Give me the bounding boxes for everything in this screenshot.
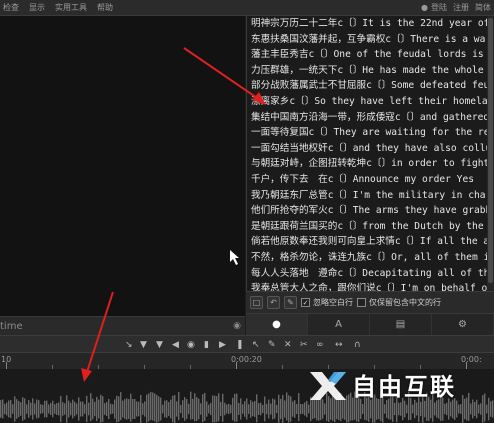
subtitle-line[interactable]: 一面勾结当地权奸c〔〕and they have also colluded [251,141,494,157]
ignore-blank-lines-option[interactable]: ✓ 忽略空白行 [301,297,353,308]
waveform-bar [130,393,132,422]
waveform-bar [154,393,156,422]
tab-text-style[interactable]: A [308,314,370,335]
waveform-bar [234,393,236,422]
subtitle-line[interactable]: 藩主丰臣秀吉c〔〕One of the feudal lords is Toyo… [251,47,494,63]
cursor-icon[interactable]: ↖ [252,339,260,351]
watermark-text: 自由互联 [352,372,456,401]
square-icon[interactable]: □ [250,296,263,309]
subtitle-line-list: 明神宗万历二十二年c〔〕It is the 22nd year of the M… [247,16,494,291]
brush-icon[interactable]: ✎ [268,339,276,351]
tab-comments[interactable]: ● [246,314,308,335]
menu-item-utilities[interactable]: 实用工具 [50,2,92,13]
undo-icon[interactable]: ↶ [267,296,280,309]
subtitle-line[interactable]: 东惠扶桑国汶藩并起，互争霸权c〔〕There is a war b [251,32,494,48]
step-back-icon[interactable]: ◀ [172,339,179,351]
subtitle-line[interactable]: 明神宗万历二十二年c〔〕It is the 22nd year of the M [251,16,494,32]
delete-icon[interactable]: ✕ [284,339,292,351]
video-time-bar: time ◉ [0,316,245,335]
waveform-bar [150,391,152,420]
user-icon: ● [421,3,428,12]
subtitle-line[interactable]: 每人人头落地 遵命c〔〕Decapitating all of them Y [251,266,494,282]
subtitle-line[interactable]: 我奉总管大人之命，跟你们说c〔〕I'm on behalf of m [251,281,494,291]
ignore-blank-lines-checkbox[interactable]: ✓ [301,298,310,307]
keep-chinese-only-label: 仅保留包含中文的行 [369,298,441,307]
subtitle-line[interactable]: 与朝廷对峙，企图扭转乾坤c〔〕in order to fight aga [251,156,494,172]
pencil-icon[interactable]: ✎ [284,296,297,309]
link-icon[interactable]: ∞ [316,339,324,351]
marker-right-icon[interactable]: ▼ [156,339,163,351]
waveform-bar [222,393,224,422]
ignore-blank-lines-label: 忽略空白行 [313,298,353,307]
arrow-down-right-icon[interactable]: ↘ [125,339,133,351]
menu-item-help[interactable]: 帮助 [92,2,118,13]
waveform-bar [190,391,192,420]
keep-chinese-only-checkbox[interactable] [357,298,366,307]
gear-icon: ⚙ [458,319,467,330]
ruler-label-end: 0:00: [461,355,482,364]
subtitle-line[interactable]: 倘若他原数奉还我则可向皇上求情c〔〕If all the arms [251,234,494,250]
tab-file[interactable]: ▤ [370,314,432,335]
subtitle-line[interactable]: 千户，传下去 在c〔〕Announce my order Yes [251,172,494,188]
waveform-bar [236,393,238,422]
subtitle-text-panel[interactable]: 明神宗万历二十二年c〔〕It is the 22nd year of the M… [246,16,494,291]
waveform-bar [178,392,180,421]
waveform-bar [204,392,206,421]
language-select[interactable]: 简体 [472,2,494,13]
waveform-bar [256,394,258,423]
waveform-bar [146,394,148,423]
menu-item-check[interactable]: 检查 [0,2,24,13]
side-panel-tabs: ● A ▤ ⚙ [246,313,494,335]
account-area: ● 登陆 注册 简体 [421,2,494,13]
waveform-bar [298,393,300,422]
subtitle-line[interactable]: 部分战败藩属武士不甘屈服c〔〕Some defeated feud [251,78,494,94]
tab-settings[interactable]: ⚙ [432,314,494,335]
cut-icon[interactable]: ✂ [300,339,308,351]
subtitle-options-row: □ ↶ ✎ ✓ 忽略空白行 仅保留包含中文的行 [246,291,494,313]
fit-icon[interactable]: ↔ [335,339,343,351]
camera-icon[interactable]: ◉ [187,339,195,351]
subtitle-line[interactable]: 力压群雄，一统天下c〔〕He has made the whole Jap [251,63,494,79]
watermark: 自由互联 [308,364,488,404]
watermark-logo-icon [310,372,346,400]
time-label: time [0,320,23,332]
waveform-bar [148,393,150,422]
waveform-bar [120,392,122,421]
waveform-bar [286,392,288,421]
ruler-tick [6,362,7,369]
subtitle-line[interactable]: 不然，格杀勿论，诛连九族c〔〕Or, all of them inclu [251,250,494,266]
waveform-bar [152,392,154,421]
chat-icon: ● [272,319,281,330]
play-icon[interactable]: ▶ [219,339,226,351]
vertical-scrollbar[interactable] [487,16,494,291]
eye-icon[interactable]: ◉ [233,321,241,331]
timeline-toolbar: ↘ ▼ ▼ ◀ ◉ ▮ ▶ ❚ ↖ ✎ ✕ ✂ ∞ ↔ ∩ [0,335,494,353]
bookmark-icon[interactable]: ▮ [204,339,209,351]
magnet-icon[interactable]: ∩ [354,339,361,351]
menu-item-display[interactable]: 显示 [24,2,50,13]
scrollbar-thumb[interactable] [488,18,493,283]
video-preview[interactable] [0,16,245,316]
waveform-bar [218,393,220,422]
pause-icon[interactable]: ❚ [236,339,244,351]
subtitle-line[interactable]: 是朝廷跟荷兰国买的c〔〕from the Dutch by the imp [251,219,494,235]
menu-bar: 检查 显示 实用工具 帮助 ● 登陆 注册 简体 [0,0,494,16]
marker-left-icon[interactable]: ▼ [140,339,147,351]
document-icon: ▤ [395,319,406,330]
register-link[interactable]: 注册 [450,2,472,13]
waveform-bar [202,394,204,423]
subtitle-line[interactable]: 集结中国南方沿海一带，形成倭寇c〔〕and gathered [251,110,494,126]
login-link[interactable]: 登陆 [428,2,450,13]
subtitle-line[interactable]: 他们所抢夺的军火c〔〕The arms they have grabbed [251,203,494,219]
subtitle-line[interactable]: 一面等待复国c〔〕They are waiting for the restor… [251,125,494,141]
waveform-bar [194,393,196,422]
waveform-bar [90,393,92,422]
keep-chinese-only-option[interactable]: 仅保留包含中文的行 [357,297,441,308]
font-icon: A [335,319,342,330]
subtitle-line[interactable]: 我乃朝廷东厂总管c〔〕I'm the military in charge of [251,188,494,204]
ruler-tick [236,362,237,369]
subtitle-line[interactable]: 漂离家乡c〔〕So they have left their homeland [251,94,494,110]
